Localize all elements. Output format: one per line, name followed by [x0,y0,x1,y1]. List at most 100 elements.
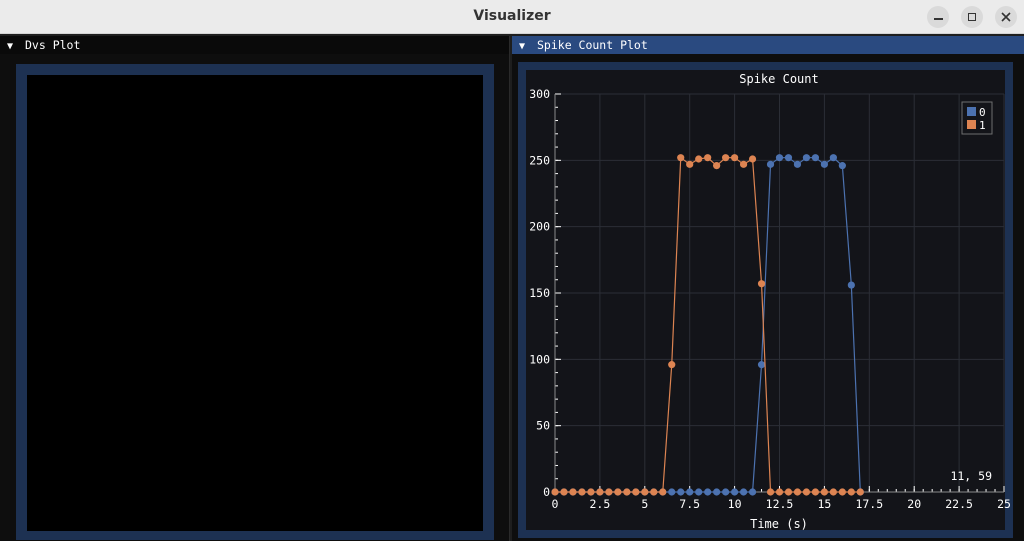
legend-label-0: 0 [979,106,986,119]
close-button[interactable] [995,6,1017,28]
series-1-point [739,160,748,168]
series-1-point [569,488,577,496]
series-0-point [731,488,739,496]
x-tick-label: 5 [641,497,648,511]
series-1-point [829,488,837,496]
series-1-point [578,488,586,496]
series-1-point [596,488,604,496]
plot-background [526,70,1005,530]
spike-count-frame: 0 2.5 5 7.5 10 12.5 15 17.5 20 22.5 25 0 50 100 150 200… [518,62,1013,538]
series-1-point [695,155,703,163]
x-tick-label: 10 [728,497,742,511]
x-tick-label: 25 [997,497,1011,511]
series-1-point [641,488,649,496]
y-tick-label: 0 [543,485,550,499]
series-1-point [713,162,721,170]
series-0-point [677,488,685,496]
series-1-point [722,154,730,162]
series-0-point [668,488,676,496]
series-1-point [838,488,846,496]
x-tick-label: 12.5 [766,497,794,511]
series-0-point [766,160,775,168]
x-axis-label: Time (s) [750,517,808,531]
series-0-point [704,488,712,496]
series-1-point [811,488,820,496]
minimize-button[interactable] [927,6,949,28]
series-0-point [722,488,730,496]
series-0-point [802,154,811,162]
series-1-point [766,488,775,496]
series-1-point [632,488,640,496]
series-1-point [748,155,757,163]
series-0-point [739,488,748,496]
series-0-point [820,160,828,168]
window-titlebar[interactable]: Visualizer [0,0,1024,34]
dvs-plot-header[interactable]: ▼ Dvs Plot [0,36,509,54]
y-tick-label: 100 [529,352,550,366]
dvs-plot-panel: ▼ Dvs Plot [0,36,510,541]
collapse-arrow-icon[interactable]: ▼ [519,38,531,56]
x-tick-label: 15 [817,497,831,511]
series-0-point [811,154,820,162]
series-1-point [731,154,739,162]
window-title: Visualizer [473,8,551,24]
series-0-point [686,488,694,496]
cursor-readout: 11, 59 [950,469,992,483]
series-0-point [775,154,784,162]
series-0-point [793,160,802,168]
series-1-point [605,488,613,496]
series-1-point [650,488,658,496]
series-1-point [757,280,766,288]
close-icon [1001,12,1011,22]
series-1-point [856,488,864,496]
series-1-point [587,488,595,496]
spike-count-header[interactable]: ▼ Spike Count Plot [512,36,1024,54]
series-1-point [659,488,667,496]
series-1-point [614,488,622,496]
y-tick-label: 300 [529,87,550,101]
dvs-plot-title: Dvs Plot [25,38,81,52]
series-0-point [784,154,793,162]
legend-label-1: 1 [979,119,986,132]
series-1-point [677,154,685,162]
spike-count-panel: ▼ Spike Count Plot 0 2.5 5 7.5 10 12.5 15 17.5 20… [512,36,1024,541]
x-tick-label: 17.5 [855,497,883,511]
series-0-point [838,162,846,170]
series-0-point [748,488,757,496]
series-0-point [695,488,703,496]
series-1-point [847,488,855,496]
series-1-point [551,488,559,496]
series-0-point [829,154,837,162]
series-0-point [713,488,721,496]
chart-title: Spike Count [739,72,818,86]
maximize-button[interactable] [961,6,983,28]
dvs-image-canvas[interactable] [27,75,483,531]
legend-swatch-0 [967,107,976,116]
x-tick-label: 22.5 [945,497,973,511]
collapse-arrow-icon[interactable]: ▼ [7,38,19,56]
x-tick-label: 2.5 [590,497,611,511]
legend-swatch-1 [967,120,976,129]
series-1-point [686,160,694,168]
series-1-point [704,154,712,162]
x-tick-label: 20 [907,497,921,511]
series-1-point [668,361,676,369]
maximize-icon [968,13,976,21]
minimize-icon [933,18,943,20]
series-1-point [793,488,802,496]
spike-count-title: Spike Count Plot [537,38,648,52]
y-tick-label: 250 [529,153,550,167]
series-0-point [847,281,855,289]
series-1-point [623,488,631,496]
series-1-point [802,488,811,496]
x-tick-label: 0 [552,497,559,511]
y-tick-label: 50 [536,419,550,433]
x-tick-label: 7.5 [679,497,700,511]
series-1-point [784,488,793,496]
series-0-point [757,361,766,369]
series-1-point [560,488,568,496]
legend-box [961,101,993,135]
spike-count-chart[interactable]: 0 2.5 5 7.5 10 12.5 15 17.5 20 22.5 25050100150200… [518,62,1013,538]
y-tick-label: 200 [529,220,550,234]
dvs-plot-frame [16,64,494,540]
